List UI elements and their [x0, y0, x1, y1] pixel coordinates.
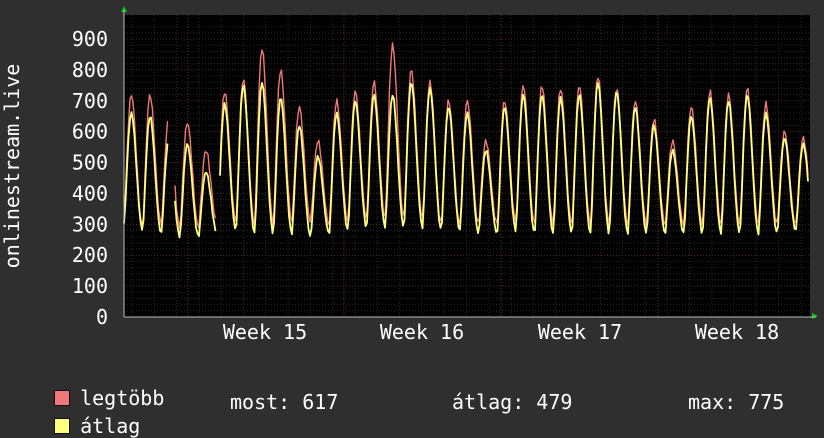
legend-item-avg: átlag	[30, 390, 140, 438]
y-axis-label: onlinestream.live	[0, 64, 24, 269]
y-axis-ticks: 0 100 200 300 400 500 600 700 800 900	[72, 27, 108, 329]
y-tick-label: 800	[72, 58, 108, 82]
stat-current: most: 617	[230, 390, 339, 414]
x-axis-ticks: Week 15 Week 16 Week 17 Week 18	[223, 320, 779, 344]
x-tick-label: Week 18	[695, 320, 779, 344]
y-tick-label: 600	[72, 120, 108, 144]
stat-average: átlag: 479	[452, 390, 573, 414]
legend-swatch-avg	[54, 418, 71, 434]
x-axis-arrow-icon	[812, 313, 818, 319]
legend-label-avg: átlag	[80, 414, 141, 438]
x-tick-label: Week 17	[538, 320, 622, 344]
x-tick-label: Week 16	[380, 320, 464, 344]
y-tick-label: 700	[72, 89, 108, 113]
x-tick-label: Week 15	[223, 320, 307, 344]
y-tick-label: 100	[72, 274, 108, 298]
y-tick-label: 400	[72, 181, 108, 205]
y-tick-label: 300	[72, 212, 108, 236]
y-tick-label: 0	[96, 305, 108, 329]
y-tick-label: 200	[72, 243, 108, 267]
stat-max: max: 775	[688, 390, 785, 414]
y-tick-label: 900	[72, 27, 108, 51]
y-tick-label: 500	[72, 151, 108, 175]
